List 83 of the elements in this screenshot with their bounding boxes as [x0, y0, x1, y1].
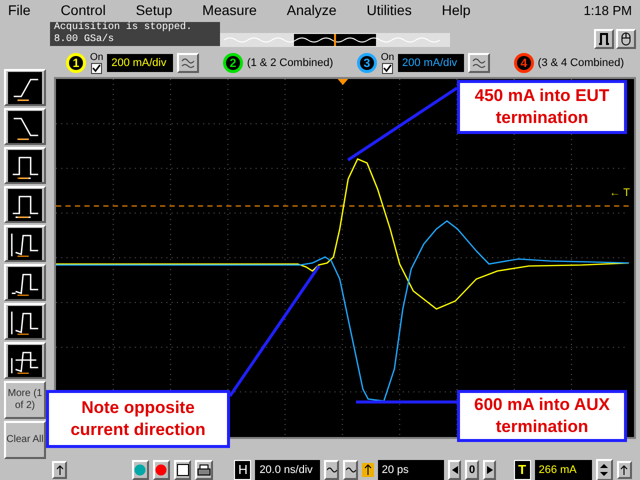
menu-item[interactable]: Utilities: [366, 0, 412, 21]
delay-field[interactable]: 20 ps: [378, 460, 444, 480]
printer-icon: [197, 464, 212, 476]
right-arrow-icon: [486, 466, 493, 474]
check-icon: [382, 64, 392, 72]
mouse-icon: [621, 32, 631, 46]
annotation-callout: 450 mA into EUT termination: [457, 80, 627, 134]
position-button[interactable]: 0: [465, 460, 479, 480]
waveform-measure-icon: [8, 306, 42, 338]
dialog-button[interactable]: [174, 460, 192, 480]
circle-icon: [155, 464, 168, 476]
menu-item[interactable]: Help: [442, 0, 470, 21]
measure-button[interactable]: [4, 264, 46, 301]
channel-label: (1 & 2 Combined): [246, 56, 334, 71]
waveform-measure-icon: [8, 110, 42, 142]
menu-item[interactable]: Setup: [136, 0, 172, 21]
window-icon: [176, 464, 189, 476]
waveform-measure-icon: [8, 188, 42, 220]
measure-button[interactable]: [4, 303, 46, 340]
mouse-button[interactable]: [616, 29, 636, 49]
trigger-level-field[interactable]: 266 mA: [534, 460, 592, 480]
wave-button[interactable]: [343, 460, 358, 480]
measure-button[interactable]: [4, 69, 46, 106]
circle-icon: [134, 464, 146, 476]
pulse-icon: [598, 33, 610, 45]
delay-marker-icon: [362, 463, 374, 477]
waveform-measure-icon: [8, 266, 42, 298]
up-arrow-icon: [620, 465, 628, 475]
run-button[interactable]: [132, 460, 149, 480]
right-button[interactable]: [482, 460, 496, 480]
trigger-position-icon: [338, 79, 348, 85]
status-text: 8.00 GSa/s: [50, 34, 220, 46]
wave-icon: [326, 466, 336, 474]
on-label: On: [90, 52, 104, 62]
waveform-measure-icon: [8, 150, 42, 182]
menu-item[interactable]: Analyze: [286, 0, 337, 21]
annotation-callout: Note opposite current direction: [46, 390, 230, 448]
menu-item[interactable]: Measure: [202, 0, 257, 21]
marker-button[interactable]: [52, 461, 68, 479]
scale-field[interactable]: 200 mA/div: [107, 54, 174, 72]
annotation-callout: 600 mA into AUX termination: [457, 390, 627, 442]
channel-checkbox[interactable]: [91, 62, 102, 74]
channel-label: (3 & 4 Combined): [538, 56, 624, 71]
waveform-measure-icon: [8, 344, 42, 376]
scale-field[interactable]: 200 mA/div: [398, 54, 464, 72]
channel-number[interactable]: 3: [356, 53, 377, 73]
menu-item[interactable]: File: [8, 0, 31, 21]
scale-spinner[interactable]: [468, 53, 490, 73]
trigger-label: T: [514, 460, 531, 480]
left-button[interactable]: [448, 460, 462, 480]
measure-button[interactable]: [4, 186, 46, 223]
stop-button[interactable]: [152, 460, 170, 480]
up-arrow-icon: [56, 465, 64, 475]
horizontal-label: H: [234, 460, 252, 480]
timebase-field[interactable]: 20.0 ns/div: [255, 460, 320, 480]
menu-item[interactable]: Control: [60, 0, 106, 21]
level-spinner[interactable]: [596, 459, 613, 480]
clock: 1:18 PM: [584, 2, 632, 20]
pulse-button[interactable]: [594, 29, 614, 49]
waveform-measure-icon: [8, 72, 42, 104]
measure-button[interactable]: [4, 147, 46, 184]
measure-button[interactable]: [4, 108, 46, 145]
wave-button[interactable]: [324, 460, 340, 480]
wave-icon: [346, 466, 356, 474]
marker-button[interactable]: [616, 461, 632, 479]
side-button[interactable]: Clear All: [4, 421, 46, 459]
channel-number[interactable]: 4: [514, 53, 534, 73]
channel-number[interactable]: 2: [222, 53, 243, 73]
wave-icon: [181, 57, 196, 69]
channel-number[interactable]: 1: [66, 53, 86, 73]
on-label: On: [380, 52, 394, 62]
status-text: Acquisition is stopped.: [50, 22, 220, 34]
left-arrow-icon: [452, 466, 458, 474]
check-icon: [92, 64, 102, 72]
wave-icon: [472, 57, 486, 69]
channel-checkbox[interactable]: [382, 62, 393, 74]
measure-button[interactable]: [4, 225, 46, 262]
up-down-icon: [599, 463, 610, 477]
measure-button[interactable]: [4, 342, 46, 379]
scale-spinner[interactable]: [177, 53, 200, 73]
waveform-measure-icon: [8, 228, 42, 260]
print-button[interactable]: [195, 460, 214, 480]
side-button[interactable]: More (1 of 2): [4, 381, 46, 419]
